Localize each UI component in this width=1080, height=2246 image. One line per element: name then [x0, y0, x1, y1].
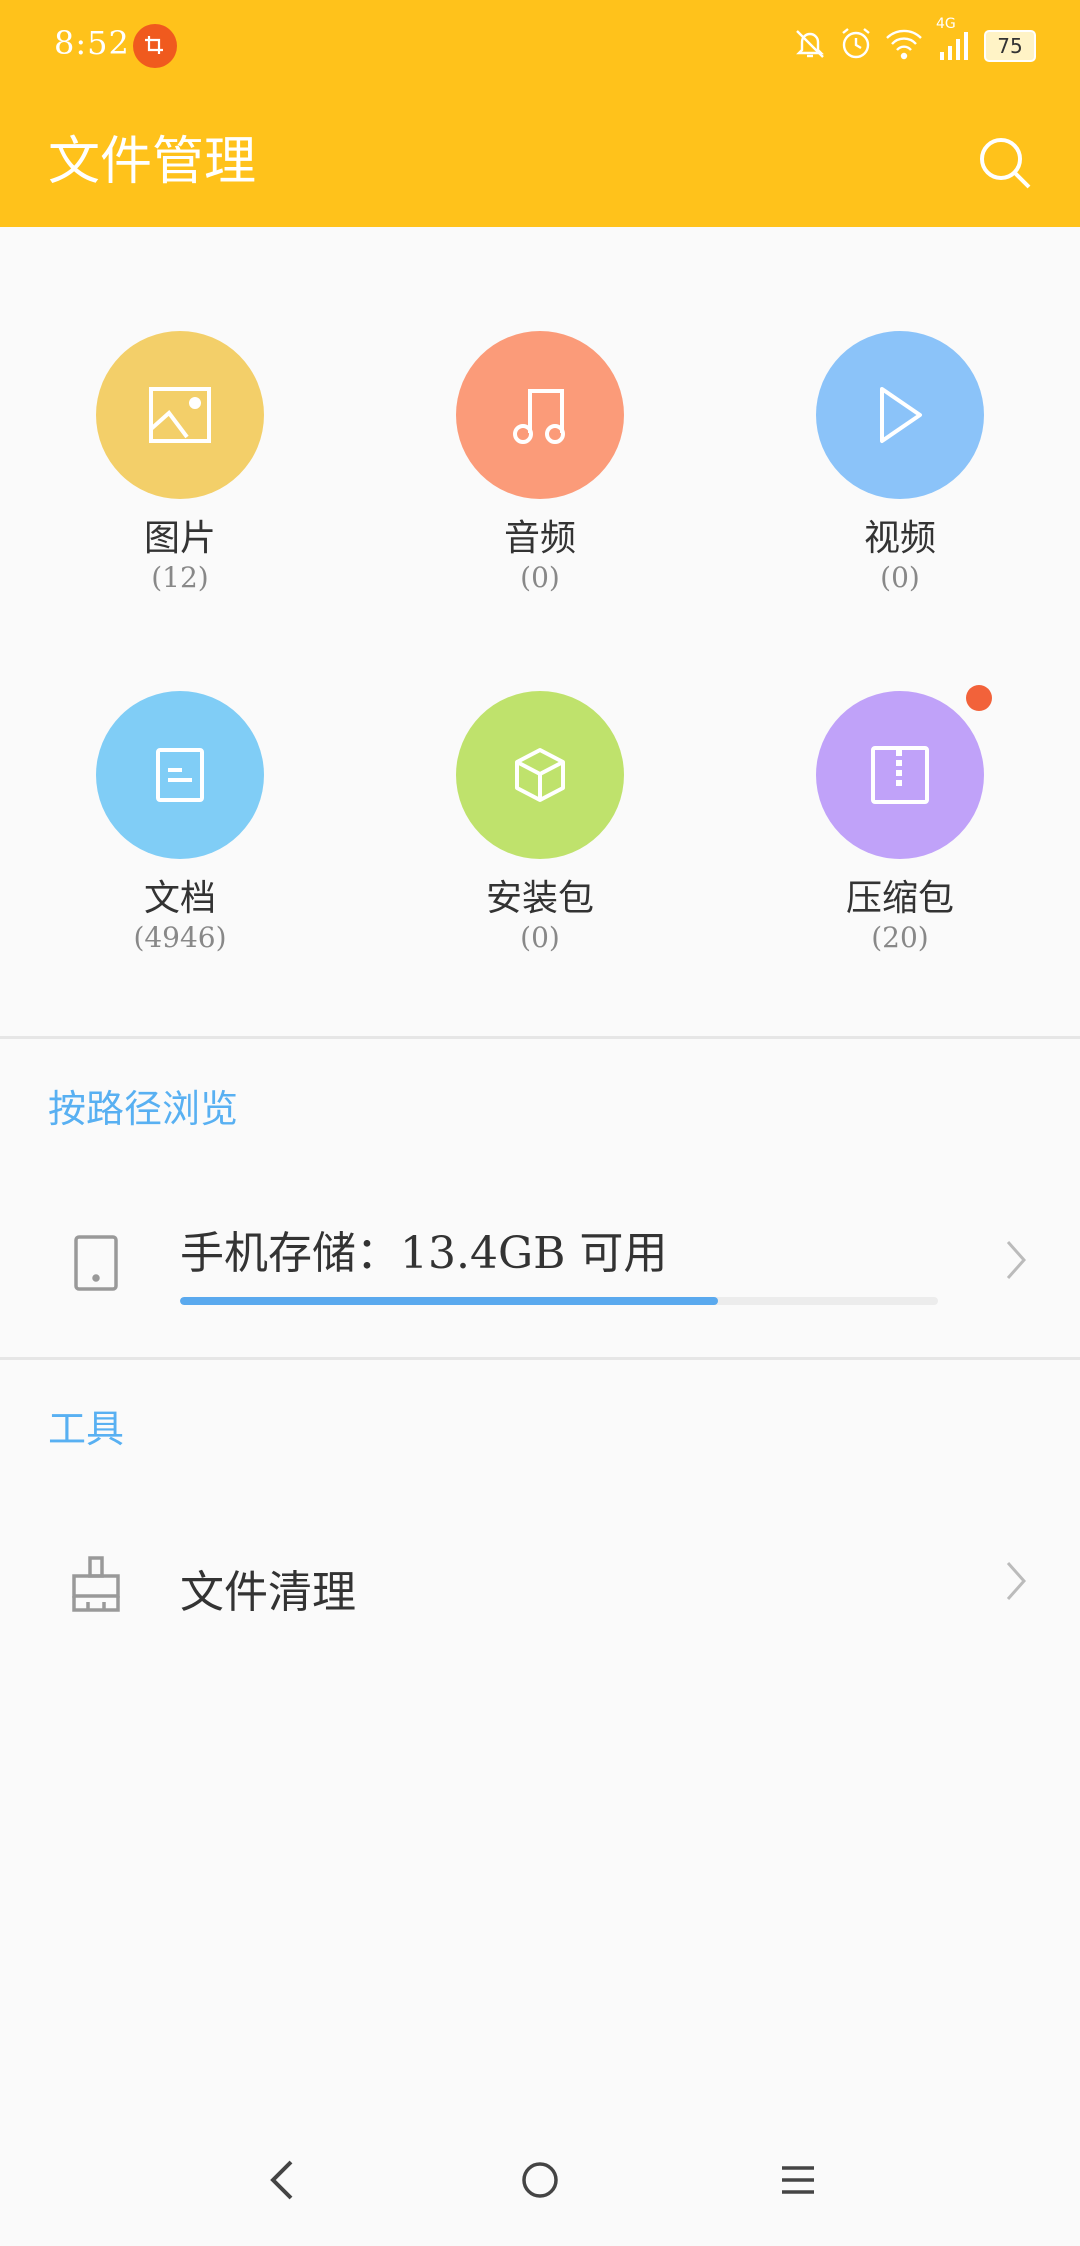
play-icon	[880, 387, 922, 443]
category-packages-circle	[456, 691, 624, 859]
menu-button[interactable]	[758, 2140, 838, 2220]
page-title: 文件管理	[48, 132, 257, 192]
category-audio-circle	[456, 331, 624, 499]
search-icon	[980, 138, 1031, 189]
category-documents[interactable]: 文档 (4946)	[30, 691, 330, 991]
home-button[interactable]	[500, 2140, 580, 2220]
chevron-right-icon	[996, 1556, 1036, 1606]
category-video-circle	[816, 331, 984, 499]
alarm-icon	[838, 26, 874, 66]
file-cleanup-label: 文件清理	[180, 1567, 356, 1618]
tools-section-title: 工具	[48, 1407, 125, 1451]
category-grid: 图片 (12) 音频 (0) 视频 (0) 文档 (4946) 安装包 (0) …	[0, 227, 1080, 1037]
document-icon	[156, 748, 204, 802]
file-cleanup-row[interactable]: 文件清理	[0, 1500, 1080, 1670]
music-icon	[513, 389, 565, 444]
storage-progress-bar	[180, 1297, 938, 1305]
browse-section-title: 按路径浏览	[48, 1087, 239, 1131]
category-audio[interactable]: 音频 (0)	[390, 331, 690, 631]
phone-icon	[66, 1228, 126, 1298]
category-archives[interactable]: 压缩包 (20)	[750, 685, 1050, 991]
category-count: (4946)	[133, 921, 227, 954]
wifi-icon	[884, 26, 924, 66]
category-label: 视频	[863, 518, 936, 559]
category-documents-circle	[96, 691, 264, 859]
system-nav-bar	[0, 2110, 1080, 2240]
category-video[interactable]: 视频 (0)	[750, 331, 1050, 631]
chevron-right-icon	[996, 1235, 1036, 1285]
category-label: 文档	[143, 878, 216, 919]
section-divider	[0, 1036, 1080, 1039]
zip-icon	[871, 746, 929, 804]
storage-label: 手机存储：13.4GB 可用	[180, 1228, 668, 1279]
category-label: 压缩包	[845, 878, 954, 919]
signal-icon: 4G	[934, 16, 974, 66]
search-button[interactable]	[970, 128, 1040, 198]
screenshot-badge-icon	[133, 24, 177, 68]
category-archives-circle	[816, 685, 992, 859]
broom-icon	[66, 1550, 126, 1620]
category-images-circle	[96, 331, 264, 499]
file-manager-screen: 8:52 4G 75 文件管理 图片 (12) 音频 (0) 视频 (0) 文档…	[0, 0, 1080, 2246]
category-count: (20)	[871, 921, 929, 954]
category-images[interactable]: 图片 (12)	[30, 331, 330, 631]
network-type-label: 4G	[936, 16, 956, 32]
notification-dot	[966, 685, 992, 711]
category-count: (12)	[151, 561, 209, 594]
category-label: 图片	[143, 518, 216, 559]
category-packages[interactable]: 安装包 (0)	[390, 691, 690, 991]
category-count: (0)	[880, 561, 920, 594]
category-count: (0)	[520, 561, 560, 594]
home-icon	[522, 2162, 558, 2198]
status-time: 8:52	[54, 24, 130, 62]
battery-indicator: 75	[984, 30, 1036, 62]
category-label: 音频	[503, 518, 576, 559]
menu-icon	[782, 2166, 814, 2194]
storage-progress-fill	[180, 1297, 719, 1305]
phone-storage-row[interactable]: 手机存储：13.4GB 可用	[0, 1175, 1080, 1345]
image-icon	[149, 387, 211, 443]
status-icons: 4G 75	[792, 16, 1036, 70]
category-label: 安装包	[485, 878, 594, 919]
app-bar: 8:52 4G 75 文件管理	[0, 0, 1080, 227]
back-icon	[270, 2160, 293, 2200]
back-button[interactable]	[242, 2140, 322, 2220]
mute-bell-icon	[792, 26, 828, 66]
section-divider	[0, 1357, 1080, 1360]
package-icon	[515, 748, 565, 802]
category-count: (0)	[520, 921, 560, 954]
